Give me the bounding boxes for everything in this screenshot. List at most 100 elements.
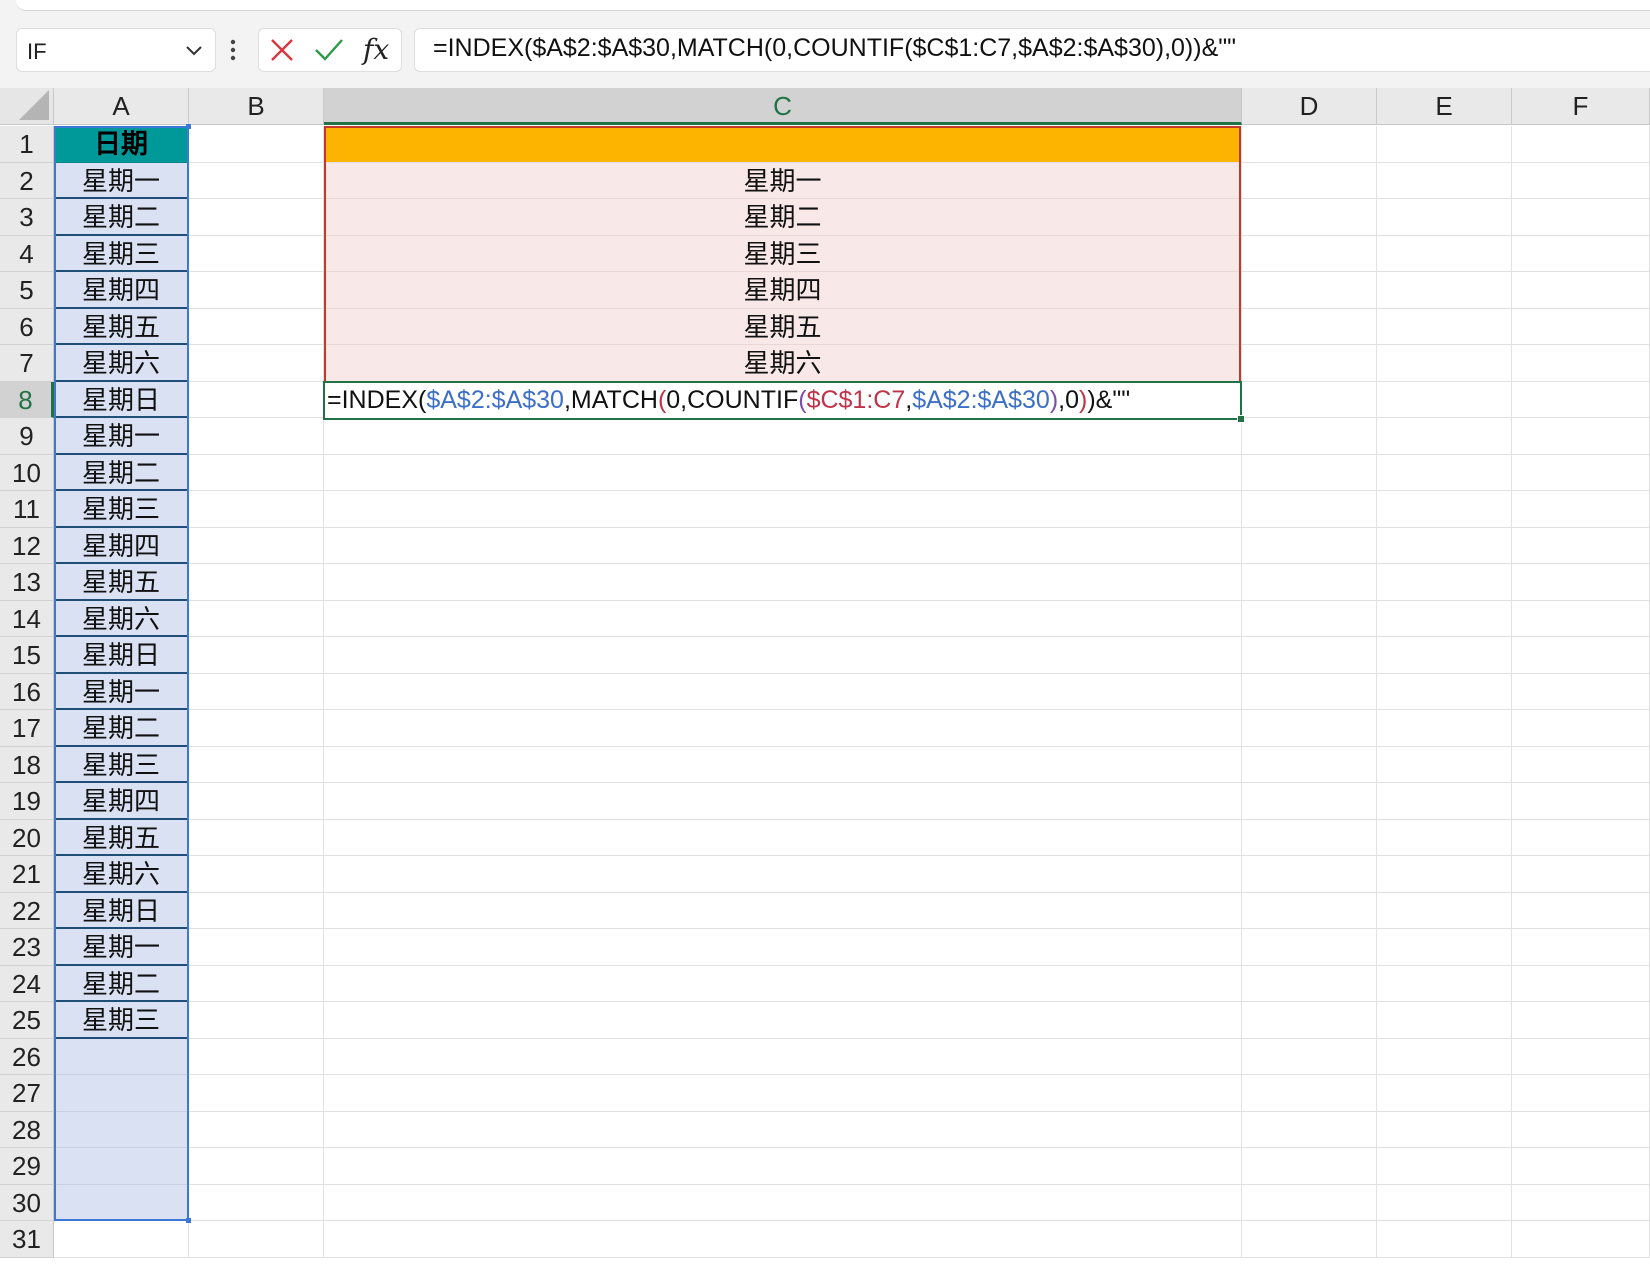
cell-b12[interactable]: [189, 527, 324, 564]
cell-e16[interactable]: [1377, 673, 1512, 710]
cell-e15[interactable]: [1377, 637, 1512, 674]
chevron-down-icon[interactable]: [183, 39, 205, 61]
cell-f19[interactable]: [1512, 783, 1650, 820]
cell-d24[interactable]: [1242, 965, 1377, 1002]
cell-f30[interactable]: [1512, 1184, 1650, 1221]
row-header-7[interactable]: 7: [0, 345, 54, 382]
cell-b5[interactable]: [189, 272, 324, 309]
cell-e3[interactable]: [1377, 199, 1512, 236]
cell-c26[interactable]: [324, 1038, 1242, 1075]
cell-f15[interactable]: [1512, 637, 1650, 674]
cell-a16[interactable]: 星期一: [54, 673, 189, 710]
row-header-18[interactable]: 18: [0, 746, 54, 783]
row-header-17[interactable]: 17: [0, 710, 54, 747]
active-cell-c8[interactable]: =INDEX($A$2:$A$30,MATCH(0,COUNTIF($C$1:C…: [323, 381, 1245, 423]
row-header-13[interactable]: 13: [0, 564, 54, 601]
cell-c16[interactable]: [324, 673, 1242, 710]
cell-b19[interactable]: [189, 783, 324, 820]
cell-a29[interactable]: [54, 1148, 189, 1185]
cell-b4[interactable]: [189, 235, 324, 272]
cell-a28[interactable]: [54, 1111, 189, 1148]
cell-a21[interactable]: 星期六: [54, 856, 189, 893]
cell-b15[interactable]: [189, 637, 324, 674]
cell-c27[interactable]: [324, 1075, 1242, 1112]
cell-b11[interactable]: [189, 491, 324, 528]
row-header-20[interactable]: 20: [0, 819, 54, 856]
cell-b22[interactable]: [189, 892, 324, 929]
cell-e4[interactable]: [1377, 235, 1512, 272]
cell-d15[interactable]: [1242, 637, 1377, 674]
cell-e13[interactable]: [1377, 564, 1512, 601]
column-header-b[interactable]: B: [189, 88, 324, 125]
cell-e12[interactable]: [1377, 527, 1512, 564]
row-header-3[interactable]: 3: [0, 199, 54, 236]
cell-f8[interactable]: [1512, 381, 1650, 418]
cell-c6[interactable]: 星期五: [324, 308, 1242, 345]
cell-d20[interactable]: [1242, 819, 1377, 856]
cell-a15[interactable]: 星期日: [54, 637, 189, 674]
cell-f11[interactable]: [1512, 491, 1650, 528]
check-icon[interactable]: [314, 37, 344, 63]
cell-c22[interactable]: [324, 892, 1242, 929]
cell-f18[interactable]: [1512, 746, 1650, 783]
cell-a12[interactable]: 星期四: [54, 527, 189, 564]
row-header-27[interactable]: 27: [0, 1075, 54, 1112]
cell-c9[interactable]: [324, 418, 1242, 455]
cell-f3[interactable]: [1512, 199, 1650, 236]
cell-b2[interactable]: [189, 162, 324, 199]
cell-e22[interactable]: [1377, 892, 1512, 929]
cell-d14[interactable]: [1242, 600, 1377, 637]
cell-f25[interactable]: [1512, 1002, 1650, 1039]
cell-d17[interactable]: [1242, 710, 1377, 747]
cell-b24[interactable]: [189, 965, 324, 1002]
cell-e27[interactable]: [1377, 1075, 1512, 1112]
cell-d29[interactable]: [1242, 1148, 1377, 1185]
cell-f26[interactable]: [1512, 1038, 1650, 1075]
cell-f14[interactable]: [1512, 600, 1650, 637]
row-header-29[interactable]: 29: [0, 1148, 54, 1185]
cell-d8[interactable]: [1242, 381, 1377, 418]
cell-d7[interactable]: [1242, 345, 1377, 382]
cell-b27[interactable]: [189, 1075, 324, 1112]
fill-handle[interactable]: [1237, 415, 1245, 423]
row-header-31[interactable]: 31: [0, 1221, 54, 1258]
cell-d27[interactable]: [1242, 1075, 1377, 1112]
cell-e23[interactable]: [1377, 929, 1512, 966]
cell-c29[interactable]: [324, 1148, 1242, 1185]
cell-e24[interactable]: [1377, 965, 1512, 1002]
cell-a4[interactable]: 星期三: [54, 235, 189, 272]
cell-b21[interactable]: [189, 856, 324, 893]
cell-e18[interactable]: [1377, 746, 1512, 783]
row-header-24[interactable]: 24: [0, 965, 54, 1002]
column-header-c[interactable]: C: [324, 88, 1242, 125]
column-header-f[interactable]: F: [1512, 88, 1650, 125]
cell-b14[interactable]: [189, 600, 324, 637]
cell-d28[interactable]: [1242, 1111, 1377, 1148]
cell-b28[interactable]: [189, 1111, 324, 1148]
cell-b3[interactable]: [189, 199, 324, 236]
cell-e20[interactable]: [1377, 819, 1512, 856]
row-header-6[interactable]: 6: [0, 308, 54, 345]
row-header-23[interactable]: 23: [0, 929, 54, 966]
name-box[interactable]: IF: [16, 28, 216, 72]
cell-f12[interactable]: [1512, 527, 1650, 564]
cell-c1[interactable]: [324, 126, 1242, 163]
cell-a22[interactable]: 星期日: [54, 892, 189, 929]
cell-a9[interactable]: 星期一: [54, 418, 189, 455]
cell-d12[interactable]: [1242, 527, 1377, 564]
cell-d22[interactable]: [1242, 892, 1377, 929]
row-header-10[interactable]: 10: [0, 454, 54, 491]
row-header-16[interactable]: 16: [0, 673, 54, 710]
cell-f6[interactable]: [1512, 308, 1650, 345]
cell-c17[interactable]: [324, 710, 1242, 747]
cell-a14[interactable]: 星期六: [54, 600, 189, 637]
cell-d10[interactable]: [1242, 454, 1377, 491]
cell-e10[interactable]: [1377, 454, 1512, 491]
cell-d2[interactable]: [1242, 162, 1377, 199]
cell-e14[interactable]: [1377, 600, 1512, 637]
row-header-30[interactable]: 30: [0, 1184, 54, 1221]
row-header-4[interactable]: 4: [0, 235, 54, 272]
cell-a30[interactable]: [54, 1184, 189, 1221]
row-header-19[interactable]: 19: [0, 783, 54, 820]
row-header-15[interactable]: 15: [0, 637, 54, 674]
